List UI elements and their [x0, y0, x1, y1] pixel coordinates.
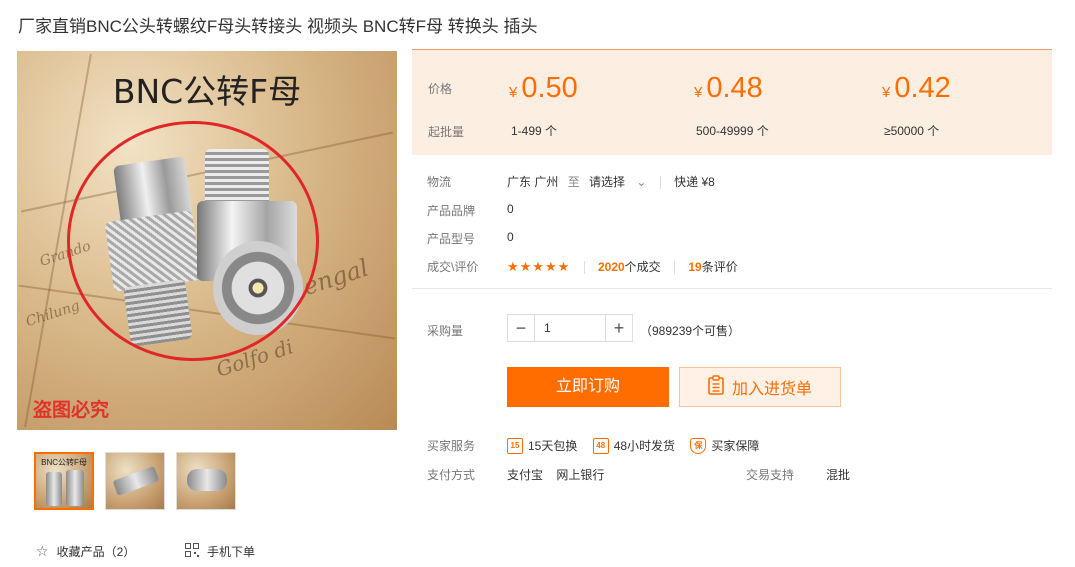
divider — [674, 261, 676, 275]
currency-symbol: ¥ — [694, 84, 703, 101]
service-text: 买家保障 — [711, 439, 760, 453]
image-watermark: 盗图必究 — [33, 400, 110, 421]
star-outline-icon: ☆ — [36, 543, 49, 559]
image-overlay-title: BNC公转F母 — [112, 72, 302, 111]
service-text: 48小时发货 — [613, 439, 676, 453]
model-value: 0 — [507, 230, 514, 244]
tier-3-qty: ≥50000 个 — [884, 124, 940, 138]
deal-suffix: 个成交 — [624, 260, 661, 274]
moq-label: 起批量 — [428, 125, 465, 139]
thumbnail-3[interactable] — [176, 452, 236, 510]
thumbnail-connector — [66, 470, 84, 506]
payment-label: 支付方式 — [427, 468, 476, 482]
thumbnail-connector — [187, 469, 227, 491]
increase-button[interactable]: + — [605, 315, 632, 341]
stock-text: （989239个可售） — [640, 322, 740, 339]
deal-count-link[interactable]: 2020个成交 — [598, 260, 661, 274]
mobile-order-link[interactable]: 手机下单 — [185, 543, 255, 560]
tier-1-qty: 1-499 个 — [511, 124, 558, 138]
section-divider — [412, 288, 1052, 289]
price-label: 价格 — [428, 82, 453, 96]
thumbnail-1[interactable]: BNC公转F母 — [34, 452, 94, 510]
trade-support-label: 交易支持 — [746, 468, 795, 482]
payment-alipay: 支付宝 — [507, 468, 544, 482]
service-48h-shipping[interactable]: 48 48小时发货 — [592, 437, 676, 454]
quantity-label: 采购量 — [427, 324, 464, 338]
trade-support-value: 混批 — [826, 468, 851, 482]
payment-methods: 支付宝 网上银行 — [507, 466, 604, 483]
highlight-circle — [67, 121, 319, 361]
deal-count: 2020 — [597, 260, 625, 274]
tier-3-price: ¥0.42 — [882, 72, 951, 105]
payment-online-banking: 网上银行 — [556, 468, 605, 482]
deals-label: 成交\评价 — [427, 260, 479, 274]
price-value: 0.42 — [894, 72, 951, 104]
thumbnail-label: BNC公转F母 — [41, 458, 87, 467]
logistics-label: 物流 — [427, 175, 452, 189]
shield-icon: 保 — [690, 437, 707, 454]
services-label: 买家服务 — [427, 439, 476, 453]
logistics-value: 广东 广州 至 请选择 ⌄ 快递 ¥8 — [507, 173, 715, 190]
shipping-48-icon: 48 — [592, 437, 609, 454]
service-15-day-exchange[interactable]: 15 15天包换 — [507, 437, 577, 454]
favorite-label: 收藏产品（2） — [56, 545, 136, 559]
main-product-image[interactable]: Bengal Golfo di Chilung Grando BNC公转F母 盗… — [17, 51, 397, 430]
clipboard-list-icon — [708, 374, 724, 400]
divider — [659, 176, 661, 190]
divider — [583, 261, 585, 275]
tier-2-qty: 500-49999 个 — [696, 124, 769, 138]
origin-location: 广东 广州 — [507, 175, 559, 189]
qr-code-icon — [185, 543, 199, 560]
product-title: 厂家直销BNC公头转螺纹F母头转接头 视频头 BNC转F母 转换头 插头 — [18, 17, 538, 36]
service-text: 15天包换 — [528, 439, 578, 453]
thumbnail-connector — [112, 465, 160, 497]
brand-value: 0 — [507, 202, 514, 216]
review-suffix: 条评价 — [701, 260, 738, 274]
services-list: 15 15天包换 48 48小时发货 保买家保障 — [507, 437, 771, 454]
destination-select[interactable]: 请选择 ⌄ — [589, 175, 650, 189]
service-buyer-protection[interactable]: 保买家保障 — [690, 437, 759, 454]
buy-now-button[interactable]: 立即订购 — [507, 367, 669, 407]
decrease-button[interactable]: − — [508, 315, 535, 341]
add-to-cart-button[interactable]: 加入进货单 — [679, 367, 841, 407]
mobile-order-label: 手机下单 — [207, 545, 256, 559]
review-count: 19 — [688, 260, 702, 274]
thumbnail-connector — [46, 472, 62, 506]
stock-available: （989239个可售） — [640, 324, 741, 338]
thumbnail-2[interactable] — [105, 452, 165, 510]
map-word: Chilung — [23, 297, 82, 331]
exchange-15-icon: 15 — [507, 437, 523, 454]
quantity-input[interactable]: 1 — [535, 315, 605, 341]
price-value: 0.48 — [706, 72, 763, 104]
tier-1-price: ¥0.50 — [509, 72, 578, 105]
price-value: 0.50 — [521, 72, 578, 104]
destination-text: 请选择 — [589, 175, 626, 189]
express-fee: 快递 ¥8 — [674, 175, 715, 189]
brand-label: 产品品牌 — [427, 204, 476, 218]
rating-stars: ★★★★★ — [507, 259, 571, 274]
to-label: 至 — [567, 175, 580, 189]
model-label: 产品型号 — [427, 232, 476, 246]
price-panel: 价格 起批量 ¥0.50 1-499 个 ¥0.48 500-49999 个 ¥… — [412, 49, 1052, 155]
favorite-link[interactable]: ☆ 收藏产品（2） — [36, 543, 135, 560]
currency-symbol: ¥ — [882, 84, 891, 101]
quantity-stepper: − 1 + — [507, 314, 633, 342]
deals-value: ★★★★★ 2020个成交 19条评价 — [507, 258, 738, 275]
currency-symbol: ¥ — [509, 84, 518, 101]
tier-2-price: ¥0.48 — [694, 72, 763, 105]
chevron-down-icon: ⌄ — [636, 175, 647, 189]
review-count-link[interactable]: 19条评价 — [688, 260, 737, 274]
add-to-cart-label: 加入进货单 — [731, 381, 812, 398]
